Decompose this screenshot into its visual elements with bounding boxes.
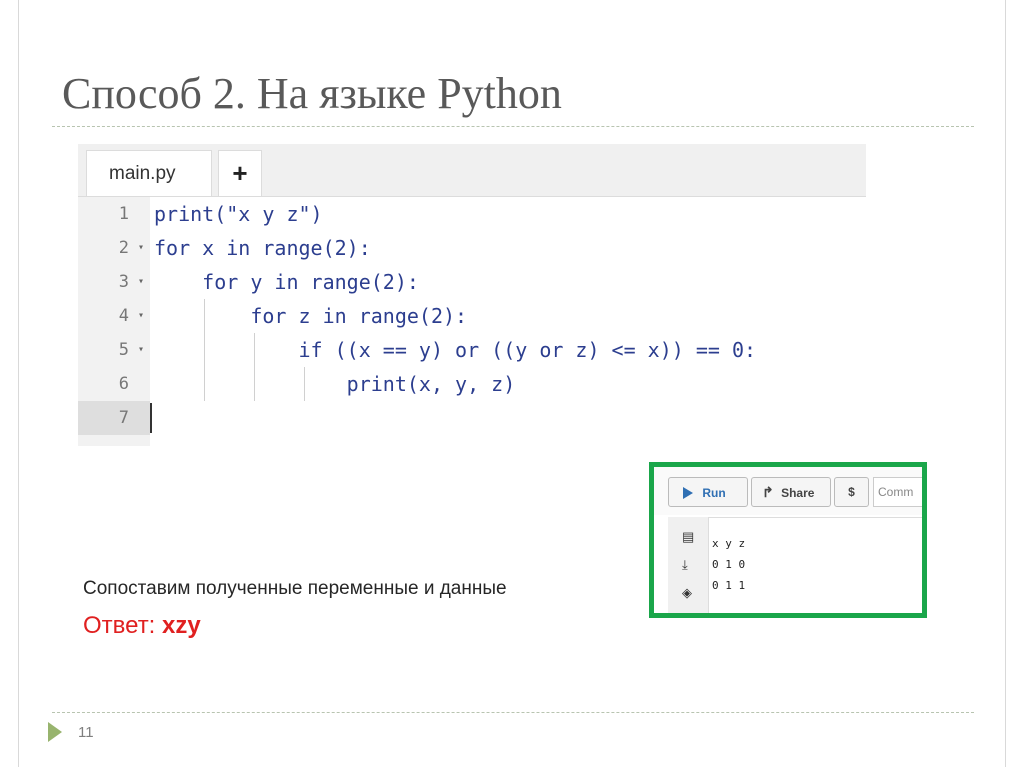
tab-main-py[interactable]: main.py xyxy=(86,150,212,196)
answer-label: Ответ: xyxy=(83,612,163,639)
fold-arrow-icon[interactable]: ▾ xyxy=(138,299,144,333)
run-button[interactable]: Run xyxy=(668,477,748,507)
fold-arrow-icon[interactable]: ▾ xyxy=(138,333,144,367)
code-line: print("x y z") xyxy=(154,202,323,226)
play-icon xyxy=(683,486,693,499)
command-input[interactable]: Comm xyxy=(873,477,922,507)
share-button-label: Share xyxy=(781,486,815,500)
eraser-icon[interactable]: ◈ xyxy=(682,585,692,601)
output-sidebar: ▤ ⤓ ◈ xyxy=(668,517,709,613)
code-line: for z in range(2): xyxy=(154,304,468,328)
slide-border-right xyxy=(1005,0,1006,767)
output-divider xyxy=(709,517,922,518)
fold-arrow-icon[interactable]: ▾ xyxy=(138,231,144,265)
code-line: for x in range(2): xyxy=(154,236,371,260)
dollar-button[interactable]: $ xyxy=(834,477,869,507)
code-line: for y in range(2): xyxy=(154,270,419,294)
copy-icon[interactable]: ▤ xyxy=(682,529,694,545)
text-cursor xyxy=(150,403,152,433)
share-button[interactable]: ↱ Share xyxy=(751,477,831,507)
slide-title: Способ 2. На языке Python xyxy=(62,69,562,118)
line-number-active: 7 xyxy=(78,401,150,435)
line-number: 4 ▾ xyxy=(78,299,150,333)
answer-value: xzy xyxy=(162,612,201,639)
console-output: x y z 0 1 0 0 1 1 xyxy=(712,537,746,592)
slide-border-left xyxy=(18,0,19,767)
fold-arrow-icon[interactable]: ▾ xyxy=(138,265,144,299)
add-tab-button[interactable]: + xyxy=(218,150,262,196)
run-button-label: Run xyxy=(702,485,726,500)
caption-text: Сопоставим полученные переменные и данны… xyxy=(83,578,507,599)
output-toolbar: Run ↱ Share $ Comm xyxy=(654,467,922,515)
title-divider xyxy=(52,126,974,127)
code-line: if ((x == y) or ((y or z) <= x)) == 0: xyxy=(154,338,757,362)
line-number: 1 xyxy=(118,204,129,224)
code-line: print(x, y, z) xyxy=(154,372,516,396)
download-icon[interactable]: ⤓ xyxy=(682,557,688,573)
output-panel: Run ↱ Share $ Comm ▤ ⤓ ◈ x y z 0 1 0 0 1… xyxy=(649,462,927,618)
line-number: 3 ▾ xyxy=(78,265,150,299)
footer-divider xyxy=(52,712,974,713)
share-arrow-icon: ↱ xyxy=(762,484,774,500)
code-editor: main.py + 1 2 ▾ 3 ▾ 4 ▾ 5 ▾ 6 7 print("x y z… xyxy=(78,144,866,446)
line-number: 2 ▾ xyxy=(78,231,150,265)
page-number: 11 xyxy=(78,724,94,741)
line-number-gutter: 1 2 ▾ 3 ▾ 4 ▾ 5 ▾ 6 7 xyxy=(78,197,150,446)
editor-tab-bar: main.py + xyxy=(78,144,866,197)
line-number: 6 xyxy=(118,374,129,394)
line-number: 5 ▾ xyxy=(78,333,150,367)
footer-arrow-icon xyxy=(48,722,62,742)
answer-text: Ответ: xzy xyxy=(83,612,201,640)
code-area[interactable]: print("x y z") for x in range(2): for y … xyxy=(150,197,866,446)
